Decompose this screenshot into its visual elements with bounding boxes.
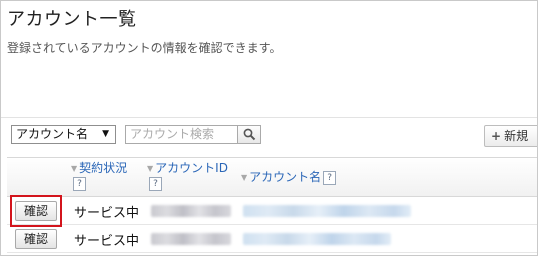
- search-placeholder: アカウント検索: [130, 127, 215, 141]
- confirm-button[interactable]: 確認: [15, 229, 57, 249]
- column-label: アカウントID: [155, 161, 228, 175]
- column-header-account-id[interactable]: ▼ アカウントID?: [147, 161, 239, 191]
- redacted-account-id: [151, 233, 231, 245]
- divider: [1, 117, 537, 118]
- column-label: 契約状況: [79, 161, 128, 175]
- redacted-account-name: [243, 233, 391, 245]
- filter-select-value: アカウント名: [16, 127, 89, 141]
- search-button[interactable]: [237, 125, 261, 144]
- column-header-status[interactable]: ▼ 契約状況?: [71, 161, 131, 191]
- table-row: 確認 サービス中: [7, 195, 537, 227]
- sort-icon: ▼: [71, 164, 78, 173]
- confirm-button[interactable]: 確認: [15, 201, 57, 221]
- help-icon[interactable]: ?: [149, 177, 162, 191]
- sort-icon: ▼: [241, 173, 248, 182]
- sort-icon: ▼: [147, 164, 154, 173]
- contract-status: サービス中: [74, 234, 140, 249]
- help-icon[interactable]: ?: [323, 171, 337, 185]
- column-header-account-name[interactable]: ▼ アカウント名?: [241, 170, 337, 185]
- search-input[interactable]: アカウント検索: [125, 125, 237, 144]
- redacted-account-name: [243, 205, 411, 217]
- contract-status: サービス中: [74, 206, 140, 221]
- help-icon[interactable]: ?: [73, 177, 86, 191]
- table-row: 確認 サービス中: [7, 225, 537, 253]
- plus-icon: +: [491, 129, 502, 143]
- search-icon: [243, 128, 256, 141]
- new-account-button[interactable]: + 新規: [484, 125, 537, 147]
- redacted-account-id: [151, 205, 231, 217]
- column-label: アカウント名: [249, 170, 322, 184]
- new-button-label: 新規: [504, 129, 529, 143]
- page-description: 登録されているアカウントの情報を確認できます。: [7, 41, 282, 55]
- page-title: アカウント一覧: [7, 9, 137, 30]
- chevron-down-icon: ▼: [102, 129, 109, 139]
- table-header: ▼ 契約状況? ▼ アカウントID? ▼ アカウント名?: [7, 157, 537, 197]
- filter-select[interactable]: アカウント名 ▼: [11, 125, 116, 144]
- page-frame: アカウント一覧 登録されているアカウントの情報を確認できます。 アカウント名 ▼…: [0, 0, 538, 256]
